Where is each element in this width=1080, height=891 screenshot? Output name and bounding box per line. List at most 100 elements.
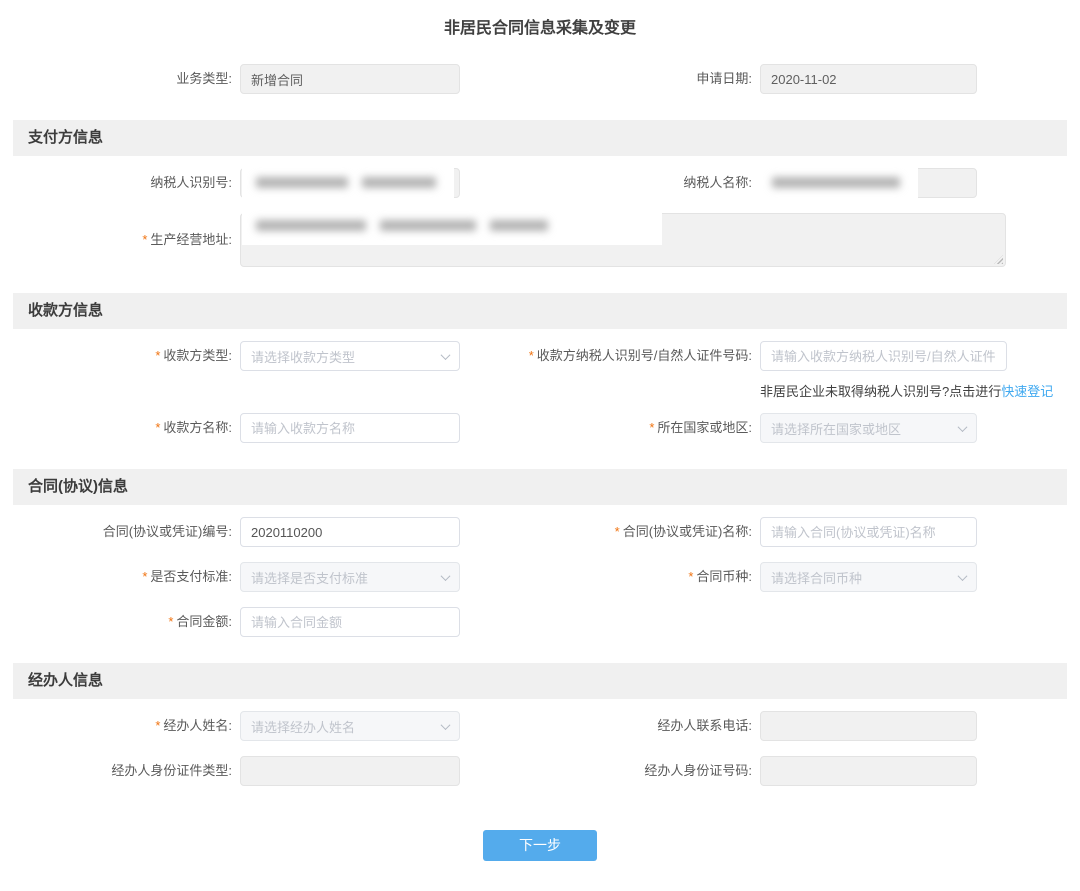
required-marker: * [168,614,173,629]
agent-phone-input [760,711,977,741]
agent-id-type-field: 经办人身份证件类型: [13,756,473,786]
payee-name-label-text: 收款方名称: [163,420,232,435]
currency-placeholder: 请选择合同币种 [771,568,862,587]
contract-number-field: 合同(协议或凭证)编号: [13,517,473,547]
taxpayer-name-field: 纳税人名称: [473,168,1067,198]
agent-name-placeholder: 请选择经办人姓名 [251,717,355,736]
required-marker: * [155,718,160,733]
currency-label-text: 合同币种: [696,569,752,584]
payment-standard-field: *是否支付标准: 请选择是否支付标准 [13,562,473,592]
address-field: *生产经营地址: [13,213,1006,267]
contract-row-1: 合同(协议或凭证)编号: *合同(协议或凭证)名称: [13,517,1067,547]
redaction-blur [380,220,476,231]
payee-type-placeholder: 请选择收款方类型 [251,347,355,366]
next-step-button[interactable]: 下一步 [483,830,597,861]
business-type-label: 业务类型: [13,64,240,94]
redaction-blur [490,220,548,231]
business-type-input [240,64,460,94]
payee-id-label: *收款方纳税人识别号/自然人证件号码: [473,341,760,371]
contract-row-2: *是否支付标准: 请选择是否支付标准 *合同币种: 请选择合同币种 [13,562,1067,592]
agent-id-type-input [240,756,460,786]
quick-reg-link[interactable]: 快速登记 [1001,384,1053,399]
redaction-blur [772,177,900,188]
required-marker: * [649,420,654,435]
address-label-text: 生产经营地址: [150,232,232,247]
payee-type-select[interactable]: 请选择收款方类型 [240,341,460,371]
chevron-down-icon [958,422,968,432]
top-row: 业务类型: 申请日期: [13,64,1067,94]
payee-type-field: *收款方类型: 请选择收款方类型 [13,341,473,371]
payee-id-label-text: 收款方纳税人识别号/自然人证件号码: [537,348,752,363]
agent-name-select[interactable]: 请选择经办人姓名 [240,711,460,741]
currency-select[interactable]: 请选择合同币种 [760,562,977,592]
redaction-blur [362,177,436,188]
quick-reg-hint: 非居民企业未取得纳税人识别号?点击进行快速登记 [760,383,1053,401]
agent-name-field: *经办人姓名: 请选择经办人姓名 [13,711,473,741]
agent-row-1: *经办人姓名: 请选择经办人姓名 经办人联系电话: [13,711,1067,741]
apply-date-label: 申请日期: [473,64,760,94]
payee-name-field: *收款方名称: [13,413,473,443]
quick-reg-hint-row: 非居民企业未取得纳税人识别号?点击进行快速登记 [13,383,1067,401]
contract-name-field: *合同(协议或凭证)名称: [473,517,1067,547]
apply-date-field: 申请日期: [473,64,1067,94]
required-marker: * [142,569,147,584]
country-select[interactable]: 请选择所在国家或地区 [760,413,977,443]
payee-name-label: *收款方名称: [13,413,240,443]
taxpayer-id-wrap [240,168,460,198]
business-type-field: 业务类型: [13,64,473,94]
agent-phone-label: 经办人联系电话: [473,711,760,741]
payee-type-label: *收款方类型: [13,341,240,371]
contract-name-label-text: 合同(协议或凭证)名称: [623,524,752,539]
address-wrap [240,213,1006,267]
agent-id-number-input [760,756,977,786]
payment-standard-label: *是否支付标准: [13,562,240,592]
contract-number-input[interactable] [240,517,460,547]
contract-form-page: 非居民合同信息采集及变更 业务类型: 申请日期: 支付方信息 纳税人识别号: 纳… [0,0,1080,891]
hint-spacer [13,383,760,401]
required-marker: * [529,348,534,363]
redacted-taxpayer-name [758,160,918,204]
payee-id-input[interactable] [760,341,1007,371]
country-label: *所在国家或地区: [473,413,760,443]
page-title: 非居民合同信息采集及变更 [13,14,1067,38]
agent-name-label-text: 经办人姓名: [163,718,232,733]
address-label: *生产经营地址: [13,225,240,255]
country-field: *所在国家或地区: 请选择所在国家或地区 [473,413,1067,443]
contract-amount-label-text: 合同金额: [176,614,232,629]
chevron-down-icon [958,571,968,581]
payee-name-input[interactable] [240,413,460,443]
redacted-address [242,205,662,245]
required-marker: * [142,232,147,247]
taxpayer-id-label: 纳税人识别号: [13,168,240,198]
contract-name-input[interactable] [760,517,977,547]
redacted-taxpayer-id [242,161,454,203]
payment-standard-select[interactable]: 请选择是否支付标准 [240,562,460,592]
section-contract-info: 合同(协议)信息 [13,469,1067,505]
taxpayer-name-label: 纳税人名称: [473,168,760,198]
redaction-blur [256,220,366,231]
payment-standard-label-text: 是否支付标准: [150,569,232,584]
required-marker: * [155,420,160,435]
section-payer-info: 支付方信息 [13,120,1067,156]
contract-amount-field: *合同金额: [13,607,473,637]
payee-type-label-text: 收款方类型: [163,348,232,363]
section-payee-info: 收款方信息 [13,293,1067,329]
taxpayer-name-wrap [760,168,977,198]
payer-row-1: 纳税人识别号: 纳税人名称: [13,168,1067,198]
form-footer: 下一步 [13,830,1067,871]
required-marker: * [688,569,693,584]
section-agent-info: 经办人信息 [13,663,1067,699]
agent-id-number-field: 经办人身份证号码: [473,756,1067,786]
payee-row-2: *收款方名称: *所在国家或地区: 请选择所在国家或地区 [13,413,1067,443]
payee-id-field: *收款方纳税人识别号/自然人证件号码: [473,341,1067,371]
contract-name-label: *合同(协议或凭证)名称: [473,517,760,547]
quick-reg-hint-text: 非居民企业未取得纳税人识别号?点击进行 [760,384,1001,399]
contract-amount-input[interactable] [240,607,460,637]
agent-phone-field: 经办人联系电话: [473,711,1067,741]
taxpayer-id-field: 纳税人识别号: [13,168,473,198]
payment-standard-placeholder: 请选择是否支付标准 [251,568,368,587]
required-marker: * [155,348,160,363]
country-placeholder: 请选择所在国家或地区 [771,419,901,438]
required-marker: * [615,524,620,539]
payer-row-2: *生产经营地址: [13,213,1067,267]
